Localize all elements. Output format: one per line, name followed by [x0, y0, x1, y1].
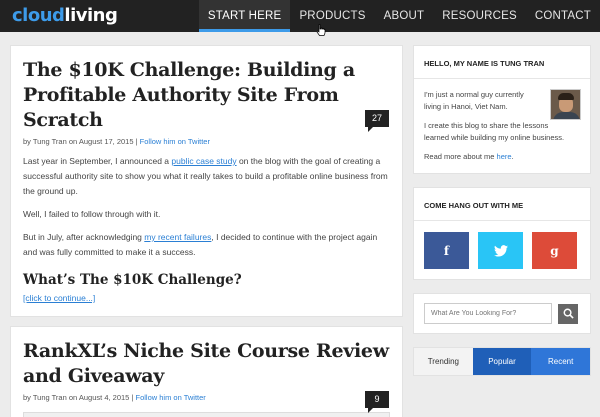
meta-separator: |: [131, 393, 134, 402]
search-form: [414, 294, 590, 333]
hand-cursor-icon: [316, 24, 326, 36]
public-case-study-link[interactable]: public case study: [171, 156, 236, 166]
tabs-widget: Trending Popular Recent: [413, 347, 591, 376]
social-buttons: f g: [414, 221, 590, 279]
post-title-link[interactable]: RankXL’s Niche Site Course Review and Gi…: [23, 339, 390, 389]
paragraph-text: But in July, after acknowledging: [23, 232, 145, 242]
post-card: The $10K Challenge: Building a Profitabl…: [10, 45, 403, 317]
google-plus-icon: g: [550, 243, 559, 258]
social-widget: COME HANG OUT WITH ME f g: [413, 187, 591, 280]
about-widget-title: HELLO, MY NAME IS TUNG TRAN: [414, 46, 590, 79]
about-text: I create this blog to share the lessons …: [424, 121, 565, 142]
meta-separator: |: [135, 137, 138, 146]
tab-recent[interactable]: Recent: [531, 348, 591, 375]
about-read-more-text: Read more about me: [424, 152, 497, 161]
twitter-button[interactable]: [478, 232, 523, 269]
paragraph-text: Last year in September, I announced a: [23, 156, 172, 166]
about-text: I'm just a normal guy currently living i…: [424, 90, 524, 111]
nav-item-about[interactable]: ABOUT: [375, 0, 434, 32]
twitter-icon: [493, 244, 508, 257]
tab-trending[interactable]: Trending: [414, 348, 473, 375]
about-punctuation: .: [511, 152, 514, 161]
nav-item-start-here[interactable]: START HERE: [198, 0, 291, 32]
about-here-link[interactable]: here: [497, 152, 512, 161]
post-tabs: Trending Popular Recent: [414, 348, 591, 375]
avatar: [550, 89, 581, 120]
post-meta: by Tung Tran on August 4, 2015 | Follow …: [23, 393, 390, 402]
top-navigation-bar: cloudliving START HERE PRODUCTS ABOUT RE…: [0, 0, 600, 36]
post-title-link[interactable]: The $10K Challenge: Building a Profitabl…: [23, 58, 390, 133]
post-author: by Tung Tran: [23, 393, 67, 402]
post-card: RankXL’s Niche Site Course Review and Gi…: [10, 326, 403, 417]
site-logo[interactable]: cloudliving: [12, 5, 118, 26]
search-icon: [563, 308, 574, 319]
logo-text-cloud: cloud: [12, 5, 65, 26]
search-widget: [413, 293, 591, 334]
recent-failures-link[interactable]: my recent failures: [144, 232, 211, 242]
comment-count-badge[interactable]: 9: [365, 391, 389, 413]
google-plus-button[interactable]: g: [532, 232, 577, 269]
post-date: on August 17, 2015: [68, 137, 134, 146]
facebook-button[interactable]: f: [424, 232, 469, 269]
post-author: by Tung Tran: [23, 137, 67, 146]
about-widget-body: I'm just a normal guy currently living i…: [414, 79, 590, 173]
post-date: on August 4, 2015: [68, 393, 130, 402]
logo-text-living: living: [64, 5, 118, 26]
main-nav: START HERE PRODUCTS ABOUT RESOURCES CONT…: [198, 0, 600, 32]
nav-item-products[interactable]: PRODUCTS: [290, 0, 374, 32]
post-paragraph: Last year in September, I announced a pu…: [23, 154, 390, 199]
post-paragraph: Well, I failed to follow through with it…: [23, 209, 161, 219]
about-widget: HELLO, MY NAME IS TUNG TRAN I'm just a n…: [413, 45, 591, 174]
search-button[interactable]: [558, 303, 578, 324]
follow-twitter-link[interactable]: Follow him on Twitter: [140, 137, 210, 146]
main-content: The $10K Challenge: Building a Profitabl…: [10, 45, 403, 417]
post-subheading: What’s The $10K Challenge?: [23, 272, 242, 288]
comment-count-badge[interactable]: 27: [365, 110, 389, 132]
nav-item-resources[interactable]: RESOURCES: [433, 0, 526, 32]
about-text: Read more about me here.: [424, 151, 574, 163]
post-meta: by Tung Tran on August 17, 2015 | Follow…: [23, 137, 390, 146]
facebook-icon: f: [443, 243, 450, 258]
follow-twitter-link[interactable]: Follow him on Twitter: [135, 393, 205, 402]
search-input[interactable]: [424, 303, 552, 324]
post-preview-box: [23, 412, 390, 417]
continue-reading-link[interactable]: [click to continue...]: [23, 293, 95, 303]
sidebar: HELLO, MY NAME IS TUNG TRAN I'm just a n…: [413, 45, 591, 376]
social-widget-title: COME HANG OUT WITH ME: [414, 188, 590, 221]
nav-item-contact[interactable]: CONTACT: [526, 0, 600, 32]
post-paragraph: But in July, after acknowledging my rece…: [23, 230, 390, 260]
tab-popular[interactable]: Popular: [472, 348, 532, 375]
